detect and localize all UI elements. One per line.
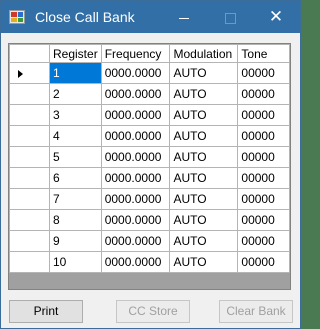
row-header-cell[interactable] xyxy=(9,83,50,105)
minimize-button[interactable] xyxy=(161,1,207,33)
close-call-bank-window: Close Call Bank ✕ Register Frequency Mod… xyxy=(0,0,301,329)
cell-register[interactable]: 4 xyxy=(49,125,102,147)
column-header-register[interactable]: Register xyxy=(49,44,102,63)
table-row[interactable]: 6 0000.0000 AUTO 00000 xyxy=(9,167,290,189)
cell-register[interactable]: 8 xyxy=(49,209,102,231)
row-header-cell[interactable] xyxy=(9,62,50,84)
title-bar[interactable]: Close Call Bank ✕ xyxy=(1,1,300,33)
column-header-tone[interactable]: Tone xyxy=(237,44,290,63)
cell-register[interactable]: 5 xyxy=(49,146,102,168)
table-row[interactable]: 7 0000.0000 AUTO 00000 xyxy=(9,188,290,210)
cell-tone[interactable]: 00000 xyxy=(237,167,290,189)
cell-frequency[interactable]: 0000.0000 xyxy=(100,125,171,147)
maximize-button xyxy=(207,1,253,33)
cell-tone[interactable]: 00000 xyxy=(237,62,290,84)
cell-frequency[interactable]: 0000.0000 xyxy=(100,83,171,105)
row-header-cell[interactable] xyxy=(9,188,50,210)
register-table: Register Frequency Modulation Tone 1 0000… xyxy=(9,44,290,273)
cell-modulation[interactable]: AUTO xyxy=(169,251,239,273)
maximize-icon xyxy=(224,12,236,24)
cell-modulation[interactable]: AUTO xyxy=(169,209,239,231)
cell-tone[interactable]: 00000 xyxy=(237,209,290,231)
close-icon: ✕ xyxy=(268,7,284,26)
cell-frequency[interactable]: 0000.0000 xyxy=(100,104,171,126)
corner-header-cell[interactable] xyxy=(9,44,50,63)
cell-tone[interactable]: 00000 xyxy=(237,125,290,147)
cell-register[interactable]: 1 xyxy=(49,62,102,84)
row-header-cell[interactable] xyxy=(9,251,50,273)
row-header-cell[interactable] xyxy=(9,230,50,252)
table-row[interactable]: 8 0000.0000 AUTO 00000 xyxy=(9,209,290,231)
cell-modulation[interactable]: AUTO xyxy=(169,230,239,252)
window-title: Close Call Bank xyxy=(35,9,135,25)
row-header-cell[interactable] xyxy=(9,167,50,189)
cell-register[interactable]: 9 xyxy=(49,230,102,252)
cc-store-button[interactable]: CC Store xyxy=(116,300,190,323)
row-pointer-icon xyxy=(18,69,23,78)
cell-frequency[interactable]: 0000.0000 xyxy=(100,230,171,252)
cell-tone[interactable]: 00000 xyxy=(237,104,290,126)
column-header-modulation[interactable]: Modulation xyxy=(169,44,239,63)
cell-modulation[interactable]: AUTO xyxy=(169,83,239,105)
row-header-cell[interactable] xyxy=(9,125,50,147)
cell-register[interactable]: 6 xyxy=(49,167,102,189)
cell-frequency[interactable]: 0000.0000 xyxy=(100,146,171,168)
grid-body: 1 0000.0000 AUTO 00000 2 0000.0000 AUTO 00000 3 0… xyxy=(9,62,290,273)
cell-register[interactable]: 7 xyxy=(49,188,102,210)
table-row[interactable]: 9 0000.0000 AUTO 00000 xyxy=(9,230,290,252)
header-row: Register Frequency Modulation Tone xyxy=(9,44,290,63)
row-header-cell[interactable] xyxy=(9,104,50,126)
cell-tone[interactable]: 00000 xyxy=(237,230,290,252)
row-header-cell[interactable] xyxy=(9,146,50,168)
cell-frequency[interactable]: 0000.0000 xyxy=(100,62,171,84)
cell-modulation[interactable]: AUTO xyxy=(169,125,239,147)
row-header-cell[interactable] xyxy=(9,209,50,231)
cell-register[interactable]: 3 xyxy=(49,104,102,126)
column-header-frequency[interactable]: Frequency xyxy=(100,44,171,63)
cell-tone[interactable]: 00000 xyxy=(237,83,290,105)
cell-tone[interactable]: 00000 xyxy=(237,188,290,210)
cell-frequency[interactable]: 0000.0000 xyxy=(100,167,171,189)
table-row[interactable]: 1 0000.0000 AUTO 00000 xyxy=(9,62,290,84)
register-grid[interactable]: Register Frequency Modulation Tone 1 0000… xyxy=(8,43,291,290)
cell-modulation[interactable]: AUTO xyxy=(169,167,239,189)
table-row[interactable]: 4 0000.0000 AUTO 00000 xyxy=(9,125,290,147)
cell-tone[interactable]: 00000 xyxy=(237,251,290,273)
close-button[interactable]: ✕ xyxy=(253,1,299,33)
cell-tone[interactable]: 00000 xyxy=(237,146,290,168)
cell-register[interactable]: 2 xyxy=(49,83,102,105)
cell-modulation[interactable]: AUTO xyxy=(169,104,239,126)
cell-register[interactable]: 10 xyxy=(49,251,102,273)
table-row[interactable]: 3 0000.0000 AUTO 00000 xyxy=(9,104,290,126)
clear-bank-button[interactable]: Clear Bank xyxy=(219,300,293,323)
cell-modulation[interactable]: AUTO xyxy=(169,188,239,210)
cell-frequency[interactable]: 0000.0000 xyxy=(100,251,171,273)
cell-modulation[interactable]: AUTO xyxy=(169,62,239,84)
cell-modulation[interactable]: AUTO xyxy=(169,146,239,168)
table-row[interactable]: 5 0000.0000 AUTO 00000 xyxy=(9,146,290,168)
table-row[interactable]: 2 0000.0000 AUTO 00000 xyxy=(9,83,290,105)
app-icon xyxy=(9,10,25,24)
print-button[interactable]: Print xyxy=(9,300,83,323)
table-row[interactable]: 10 0000.0000 AUTO 00000 xyxy=(9,251,290,273)
cell-frequency[interactable]: 0000.0000 xyxy=(100,188,171,210)
cell-frequency[interactable]: 0000.0000 xyxy=(100,209,171,231)
minimize-icon xyxy=(179,17,189,19)
